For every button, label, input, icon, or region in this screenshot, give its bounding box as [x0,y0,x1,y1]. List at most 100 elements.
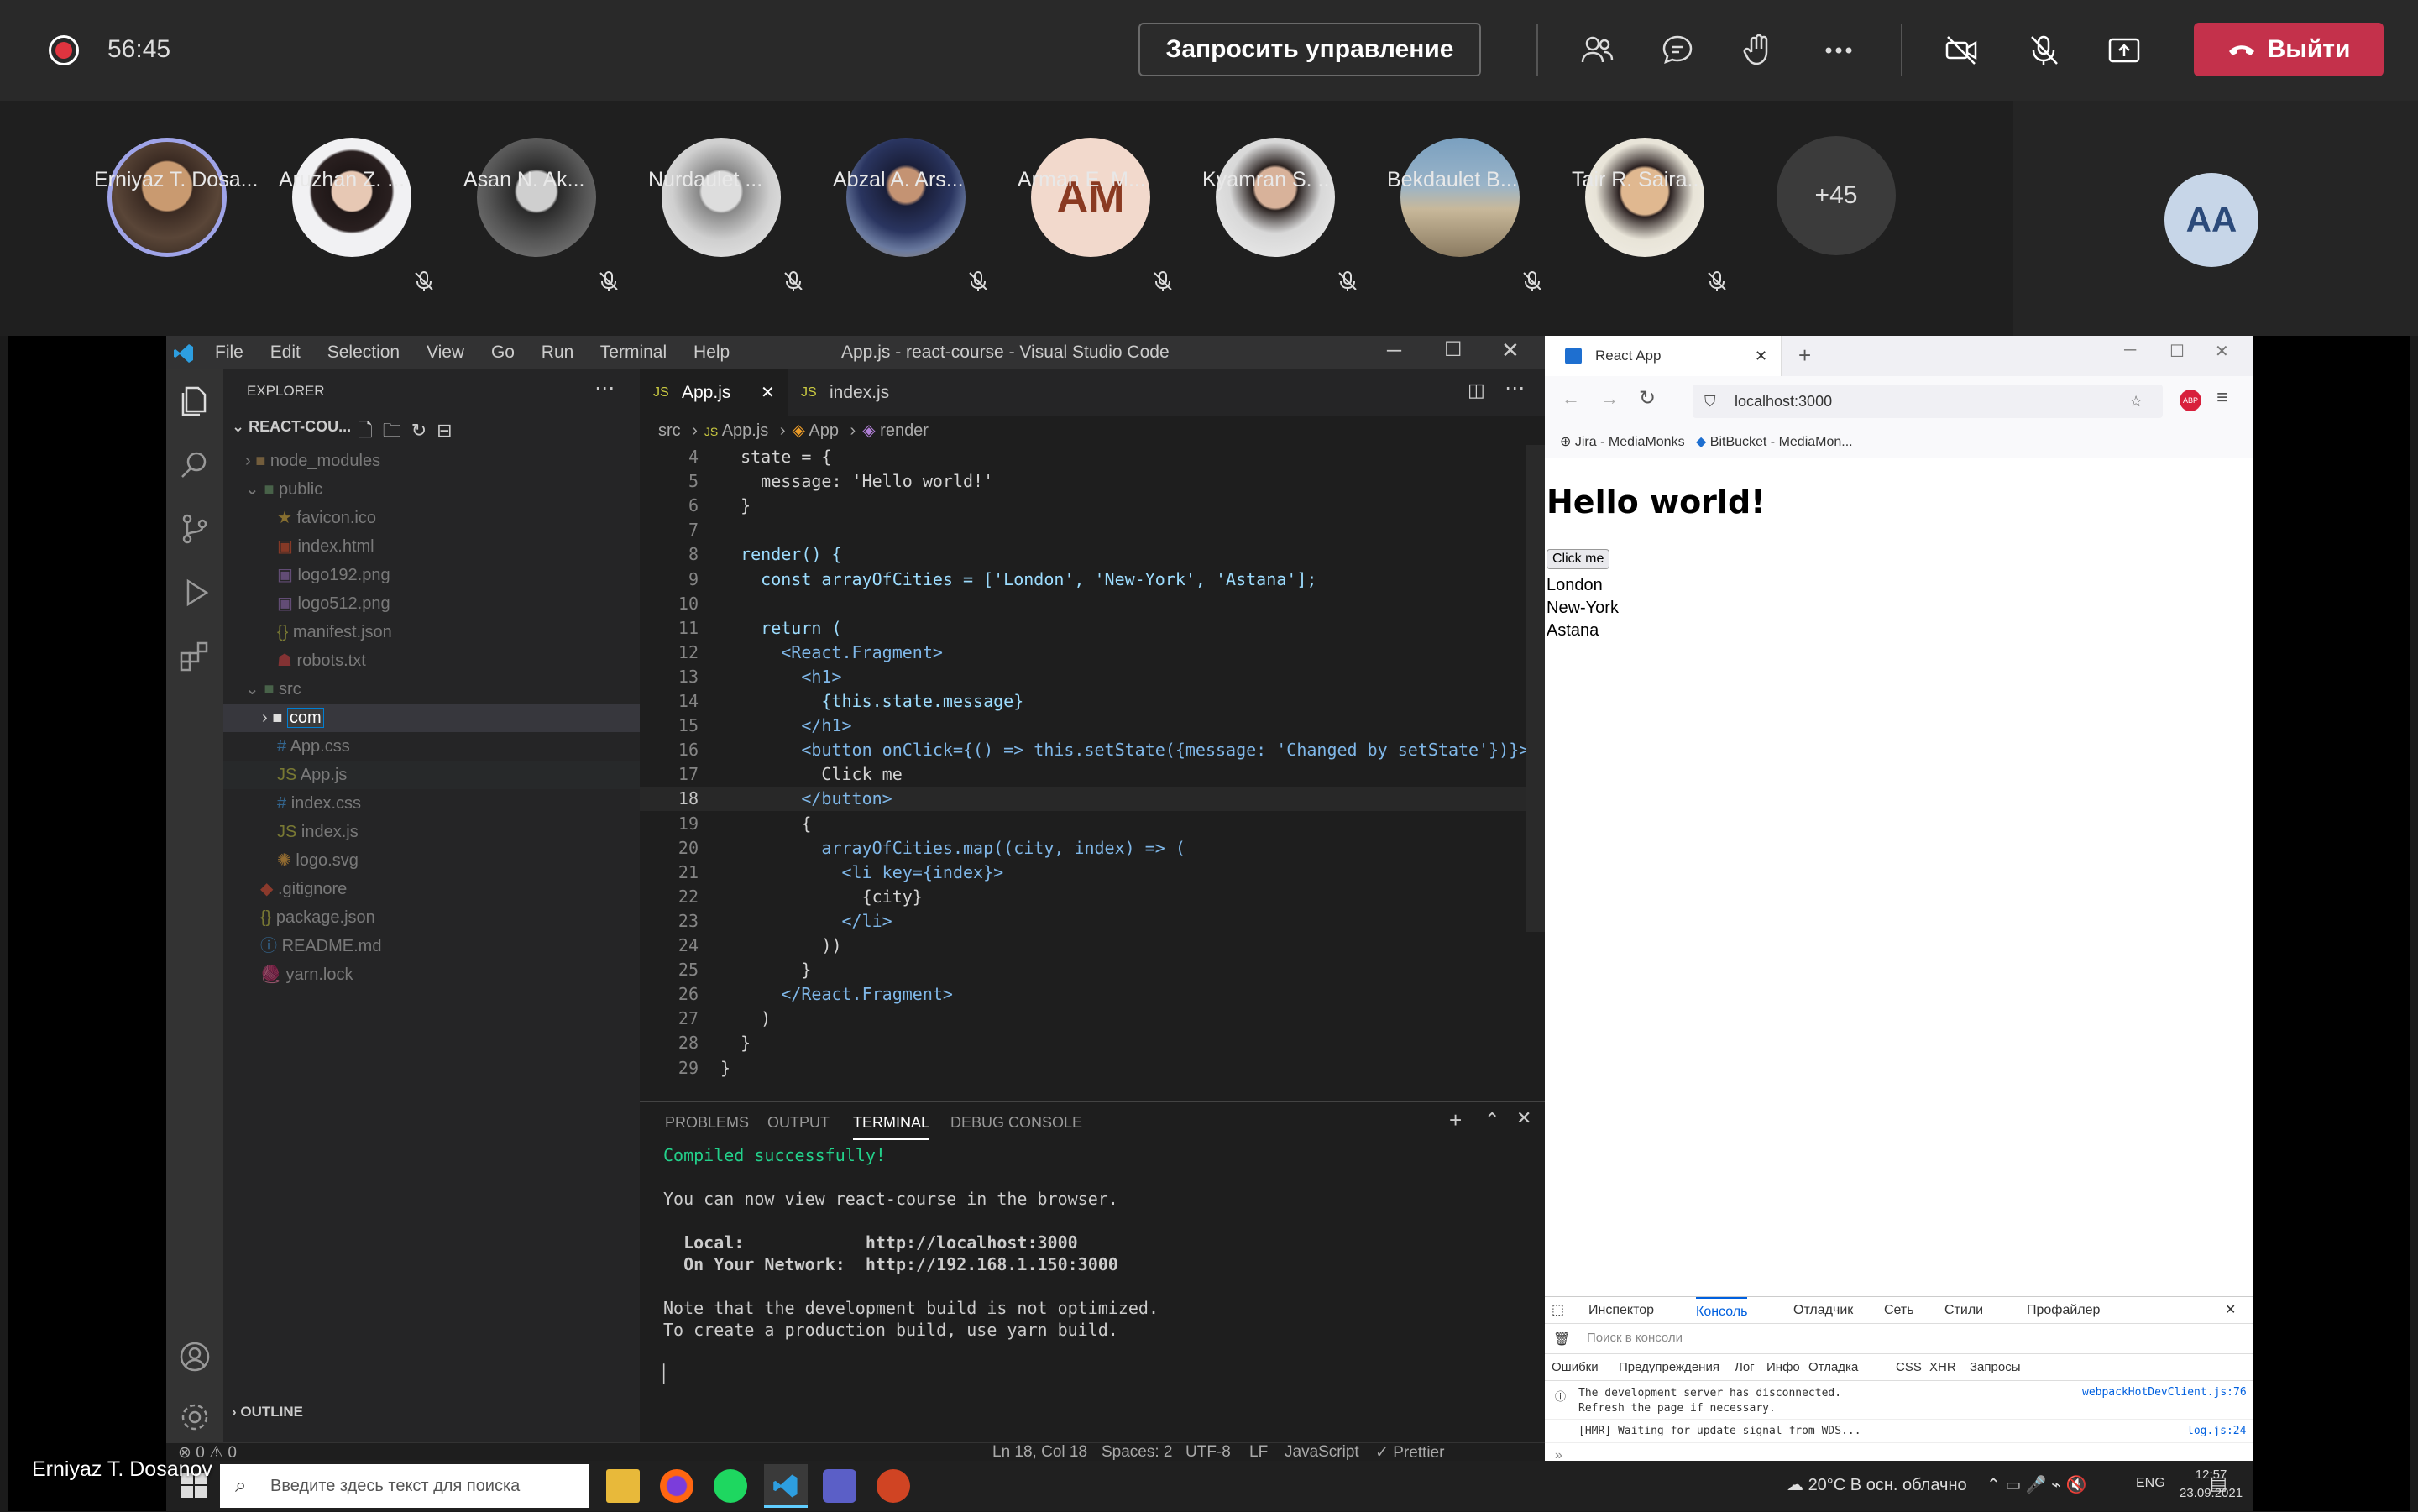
tree-item[interactable]: {} manifest.json [223,618,640,646]
code-line[interactable]: 5 message: 'Hello world!' [640,469,993,494]
editor-more-icon[interactable]: ⋯ [1505,376,1525,400]
filter-log[interactable]: Лог [1735,1354,1755,1381]
language-indicator[interactable]: ENG [2136,1476,2165,1491]
tab-inspector[interactable]: Инспектор [1588,1297,1654,1324]
microphone-off-icon[interactable] [2022,29,2065,72]
code-line[interactable]: 27 ) [640,1007,771,1031]
editor-scrollbar[interactable] [1526,445,1545,932]
code-line[interactable]: 12 <React.Fragment> [640,641,943,665]
code-line[interactable]: 23 </li> [640,909,892,934]
code-line[interactable]: 14 {this.state.message} [640,689,1023,714]
powerpoint-icon[interactable] [877,1469,910,1503]
explorer-more-icon[interactable]: ⋯ [594,376,615,400]
maximize-icon[interactable]: ☐ [1444,337,1463,362]
tab-index-js[interactable]: JS index.js [788,369,935,416]
prettier-status[interactable]: ✓ Prettier [1375,1443,1444,1461]
code-line[interactable]: 11 return ( [640,616,842,641]
code-line[interactable]: 25 } [640,958,811,982]
tree-item[interactable]: JS index.js [223,818,640,846]
close-icon[interactable]: ✕ [2215,341,2229,362]
close-icon[interactable]: ✕ [1501,337,1520,364]
participants-icon[interactable] [1575,29,1619,72]
tree-item[interactable]: # App.css [223,732,640,761]
code-line[interactable]: 6 } [640,494,751,518]
menu-file[interactable]: File [215,343,243,362]
filter-xhr[interactable]: XHR [1929,1354,1956,1381]
menu-icon[interactable]: ≡ [2216,386,2228,410]
file-explorer-icon[interactable] [606,1469,640,1503]
forward-icon[interactable]: → [1600,388,1619,410]
click-me-button[interactable]: Click me [1547,549,1610,569]
console-filter-input[interactable]: Поиск в консоли [1587,1331,1683,1345]
reload-icon[interactable]: ↻ [1639,386,1656,411]
code-line[interactable]: 26 </React.Fragment> [640,982,953,1007]
code-line[interactable]: 10 [640,592,720,616]
tab-profiler[interactable]: Профайлер [2027,1297,2100,1324]
code-line[interactable]: 18 </button> [640,787,1535,812]
close-devtools-icon[interactable]: ✕ [2225,1297,2236,1324]
filter-errors[interactable]: Ошибки [1552,1354,1599,1381]
menu-run[interactable]: Run [542,343,574,362]
tree-item[interactable]: ✺ logo.svg [223,846,640,875]
raise-hand-icon[interactable] [1736,29,1780,72]
tree-item[interactable]: ☗ robots.txt [223,646,640,675]
tab-debug-console[interactable]: DEBUG CONSOLE [950,1114,1082,1132]
close-panel-icon[interactable]: ✕ [1516,1107,1531,1129]
code-line[interactable]: 24 )) [640,934,842,958]
share-screen-icon[interactable] [2102,29,2146,72]
firefox-icon[interactable] [660,1469,693,1503]
teams-icon[interactable] [823,1469,856,1503]
cursor-position[interactable]: Ln 18, Col 18 [992,1443,1087,1461]
menu-view[interactable]: View [427,343,464,362]
participant-tile[interactable] [89,134,257,302]
tab-network[interactable]: Сеть [1884,1297,1914,1324]
taskbar-search[interactable]: ⌕ Введите здесь текст для поиска [220,1464,589,1508]
tree-item[interactable]: ⌄ ■ src [223,675,640,704]
filter-warnings[interactable]: Предупреждения [1619,1354,1719,1381]
picker-icon[interactable]: ⬚ [1552,1297,1564,1324]
run-debug-icon[interactable] [176,574,213,611]
new-tab-icon[interactable]: + [1798,343,1811,369]
filter-debug[interactable]: Отладка [1808,1354,1858,1381]
code-editor[interactable]: 4 state = {5 message: 'Hello world!' 6 } 7… [640,445,1545,1078]
code-line[interactable]: 19 { [640,812,811,836]
line-ending[interactable]: LF [1249,1443,1268,1461]
outline-section[interactable]: › OUTLINE [232,1404,303,1420]
code-line[interactable]: 15 </h1> [640,714,852,738]
menu-edit[interactable]: Edit [270,343,301,362]
tab-console[interactable]: Консоль [1696,1297,1748,1326]
adblock-icon[interactable]: ABP [2180,390,2201,411]
close-tab-icon[interactable]: ✕ [761,369,775,416]
request-control-button[interactable]: Запросить управление [1138,23,1481,76]
menu-help[interactable]: Help [693,343,730,362]
more-options-icon[interactable] [1817,29,1861,72]
tray-icons[interactable]: ⌃ ▭ 🎤 ⌁ 🔇 [1986,1474,2087,1495]
camera-off-icon[interactable] [1939,29,1983,72]
tab-terminal[interactable]: TERMINAL [853,1114,930,1140]
code-line[interactable]: 20 arrayOfCities.map((city, index) => ( [640,836,1185,861]
files-icon[interactable] [176,383,213,420]
breadcrumb-item[interactable]: App.js [722,421,769,440]
tree-item[interactable]: ◆ .gitignore [223,875,640,903]
tree-item[interactable]: ★ favicon.ico [223,504,640,532]
code-line[interactable]: 9 const arrayOfCities = ['London', 'New-… [640,568,1316,592]
project-root[interactable]: ⌄ REACT-COU... [232,418,351,436]
maximize-icon[interactable]: ☐ [2169,341,2185,362]
tree-item[interactable]: ▣ logo512.png [223,589,640,618]
code-line[interactable]: 21 <li key={index}> [640,861,1003,885]
tree-item-active[interactable]: JS App.js [223,761,640,789]
tab-debugger[interactable]: Отладчик [1793,1297,1853,1324]
rename-input[interactable]: com [286,708,324,728]
tree-item[interactable]: ▣ index.html [223,532,640,561]
leave-button[interactable]: Выйти [2194,23,2384,76]
vscode-taskbar-icon[interactable] [764,1464,808,1508]
spotify-icon[interactable] [714,1469,747,1503]
encoding[interactable]: UTF-8 [1185,1443,1231,1461]
address-bar[interactable]: ⛉ localhost:3000 ☆ [1693,385,2163,418]
code-line[interactable]: 29} [640,1056,730,1080]
code-line[interactable]: 17 Click me [640,762,903,787]
tab-output[interactable]: OUTPUT [767,1114,830,1132]
chevron-up-icon[interactable]: ⌃ [1484,1109,1499,1131]
extensions-icon[interactable] [176,638,213,675]
bookmark-star-icon[interactable]: ☆ [2129,385,2143,418]
